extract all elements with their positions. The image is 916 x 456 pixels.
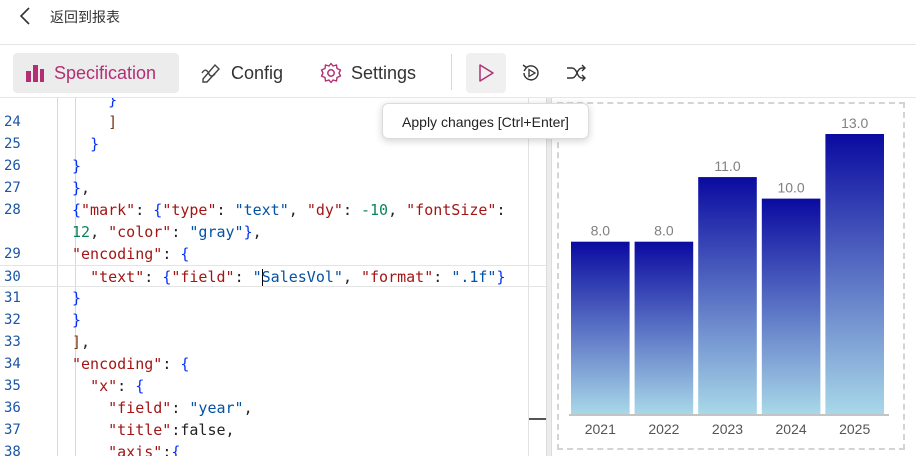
bar-2024[interactable]	[761, 198, 821, 414]
line-number: 25	[4, 136, 21, 152]
line-number: 26	[4, 158, 21, 174]
code-text: ],	[72, 333, 91, 351]
code-line[interactable]: 37 "title":false,	[0, 419, 546, 441]
code-line[interactable]: 29 "encoding": {	[0, 243, 546, 265]
bar-chart-icon	[26, 65, 44, 82]
x-tick-label: 2021	[585, 421, 616, 437]
code-text: }	[72, 311, 82, 329]
code-text: "encoding": {	[72, 245, 190, 263]
play-icon	[479, 64, 494, 82]
tab-label: Settings	[351, 62, 417, 83]
code-text: }	[72, 289, 82, 307]
replay-button[interactable]	[511, 53, 551, 93]
line-number: 37	[4, 422, 21, 438]
x-tick-label: 2022	[648, 421, 679, 437]
line-number: 30	[4, 269, 21, 285]
code-line[interactable]: 12, "color": "gray"},	[0, 221, 546, 243]
line-number: 36	[4, 400, 21, 416]
x-tick-label: 2024	[776, 421, 807, 437]
line-number: 34	[4, 356, 21, 372]
data-label: 11.0	[714, 158, 740, 174]
toolbar-divider	[451, 54, 452, 90]
scroll-position-marker	[529, 418, 547, 420]
line-number: 29	[4, 246, 21, 262]
bar-2022[interactable]	[634, 241, 694, 414]
code-line[interactable]: 35 "x": {	[0, 375, 546, 397]
chart-frame: 8.0 2021 8.0 2022 11.0 2023 10.0 2024 13.0 2025	[557, 102, 905, 450]
chart-preview: 8.0 2021 8.0 2022 11.0 2023 10.0 2024 13.0 2025	[552, 98, 916, 456]
apply-changes-button[interactable]	[466, 53, 506, 93]
line-number: 33	[4, 334, 21, 350]
pen-ruler-icon	[201, 63, 220, 83]
code-line[interactable]: 38 "axis":{	[0, 441, 546, 456]
replay-icon	[522, 64, 539, 81]
editor-scrollbar[interactable]	[528, 98, 547, 456]
code-line[interactable]: 33],	[0, 331, 546, 353]
data-label: 8.0	[654, 223, 674, 239]
tab-settings[interactable]: Settings	[308, 53, 436, 93]
code-line[interactable]: 31}	[0, 287, 546, 309]
code-text: "field": "year",	[108, 399, 253, 417]
bar-2025[interactable]	[825, 134, 884, 414]
line-number: 27	[4, 180, 21, 196]
shuffle-button[interactable]	[556, 53, 596, 93]
code-line[interactable]: 27},	[0, 177, 546, 199]
code-text: }	[108, 98, 118, 109]
line-number: 38	[4, 444, 21, 456]
code-line[interactable]: 26}	[0, 155, 546, 177]
tab-specification[interactable]: Specification	[13, 53, 179, 93]
code-line[interactable]: 32}	[0, 309, 546, 331]
x-tick-label: 2025	[839, 421, 870, 437]
code-text: "title":false,	[108, 421, 235, 439]
code-text: }	[90, 135, 100, 153]
code-text: {"mark": {"type": "text", "dy": -10, "fo…	[72, 201, 506, 219]
editor-toolbar: Specification Config Settings	[0, 44, 916, 98]
x-tick-label: 2023	[712, 421, 743, 437]
code-text: 12, "color": "gray"},	[72, 223, 262, 241]
code-editor[interactable]: } 24 ] 25 } 26} 27}, 28 {"mark": {"type": "tex…	[0, 98, 546, 456]
tab-label: Specification	[54, 62, 157, 83]
code-text: "x": {	[90, 377, 145, 395]
tab-label: Config	[231, 62, 284, 83]
chevron-left-icon[interactable]	[16, 6, 34, 26]
line-number: 35	[4, 378, 21, 394]
line-number: 24	[4, 114, 21, 130]
code-text: "axis":{	[108, 443, 181, 456]
gear-icon	[320, 62, 342, 84]
data-label: 8.0	[591, 223, 611, 239]
bar-chart: 8.0 2021 8.0 2022 11.0 2023 10.0 2024 13.0 2025	[569, 115, 889, 437]
line-number: 31	[4, 290, 21, 306]
back-to-report-link[interactable]: 返回到报表	[50, 7, 120, 27]
code-text: },	[72, 179, 91, 197]
apply-changes-tooltip: Apply changes [Ctrl+Enter]	[382, 103, 589, 139]
top-header: 返回到报表	[0, 0, 916, 34]
code-line[interactable]: 30 "text": {"field": "SalesVol", "format…	[0, 265, 546, 287]
line-number: 32	[4, 312, 21, 328]
code-line[interactable]: 28 {"mark": {"type": "text", "dy": -10, "…	[0, 199, 546, 221]
shuffle-icon	[567, 64, 586, 82]
code-text: }	[72, 157, 82, 175]
code-text: "encoding": {	[72, 355, 190, 373]
bar-2021[interactable]	[571, 241, 630, 414]
code-line[interactable]: 34 "encoding": {	[0, 353, 546, 375]
code-line[interactable]: 36 "field": "year",	[0, 397, 546, 419]
code-text: "text": {"field": "SalesVol", "format": …	[90, 268, 506, 286]
data-label: 13.0	[841, 115, 868, 131]
data-label: 10.0	[777, 180, 804, 196]
bar-2023[interactable]	[698, 177, 757, 414]
tab-config[interactable]: Config	[188, 53, 300, 93]
line-number: 28	[4, 202, 21, 218]
code-text: ]	[108, 113, 118, 131]
